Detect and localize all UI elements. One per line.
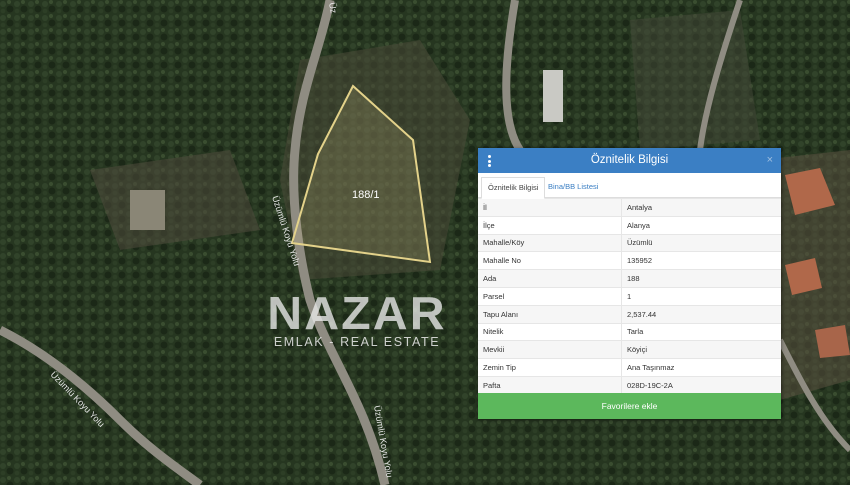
row-value: 1: [621, 286, 781, 306]
clearing: [630, 10, 760, 150]
row-key: Parsel: [478, 286, 622, 306]
row-key: İl: [478, 198, 622, 217]
building: [815, 325, 850, 358]
table-row: Parsel 1: [478, 286, 781, 306]
row-value: Ana Taşınmaz: [621, 358, 781, 377]
logo-title: NAZAR: [267, 287, 447, 339]
table-row: Tapu Alanı 2,537.44: [478, 304, 781, 324]
row-key: Nitelik: [478, 322, 622, 341]
panel-title: Öznitelik Bilgisi: [590, 154, 669, 166]
row-key: Mevkii: [478, 340, 622, 359]
row-value: Köyiçi: [621, 340, 781, 359]
table-row: Mahalle/Köy Üzümlü: [478, 233, 781, 252]
row-value: Tarla: [621, 322, 781, 341]
row-value: Alanya: [621, 215, 781, 235]
row-value: Antalya: [621, 198, 781, 217]
tab-building-list[interactable]: Bina/BB Listesi: [542, 177, 604, 197]
table-row: İl Antalya: [478, 198, 781, 217]
close-icon[interactable]: ×: [767, 153, 773, 167]
building: [130, 190, 165, 230]
attribute-info-panel: Öznitelik Bilgisi × Öznitelik Bilgisi Bi…: [478, 148, 781, 419]
tab-attribute-info[interactable]: Öznitelik Bilgisi: [481, 177, 546, 199]
table-row: Mahalle No 135952: [478, 251, 781, 270]
row-value: 188: [621, 269, 781, 288]
row-value: Üzümlü: [621, 233, 781, 252]
attribute-table: İl Antalya İlçe Alanya Mahalle/Köy Üzümlü M…: [478, 198, 781, 394]
building: [543, 70, 563, 122]
table-row: İlçe Alanya: [478, 215, 781, 235]
row-key: Tapu Alanı: [478, 304, 622, 324]
row-key: İlçe: [478, 215, 622, 235]
table-row: Ada 188: [478, 269, 781, 288]
row-key: Ada: [478, 269, 622, 288]
row-value: 135952: [621, 251, 781, 270]
road-label: Üz: [327, 2, 339, 15]
table-row: Nitelik Tarla: [478, 322, 781, 341]
row-key: Pafta: [478, 375, 622, 394]
row-value: 028D-19C-2A: [621, 375, 781, 394]
row-value: 2,537.44: [621, 304, 781, 324]
panel-tabs: Öznitelik Bilgisi Bina/BB Listesi: [478, 173, 781, 199]
table-row: Mevkii Köyiçi: [478, 340, 781, 359]
panel-header: Öznitelik Bilgisi ×: [478, 148, 781, 173]
table-row: Pafta 028D-19C-2A: [478, 375, 781, 394]
row-key: Mahalle/Köy: [478, 233, 622, 252]
add-to-favorites-button[interactable]: Favorilere ekle: [478, 393, 781, 419]
parcel-label: 188/1: [352, 189, 380, 201]
watermark-logo: NAZAR EMLAK - REAL ESTATE: [262, 288, 452, 349]
row-key: Zemin Tip: [478, 358, 622, 377]
row-key: Mahalle No: [478, 251, 622, 270]
table-row: Zemin Tip Ana Taşınmaz: [478, 358, 781, 377]
